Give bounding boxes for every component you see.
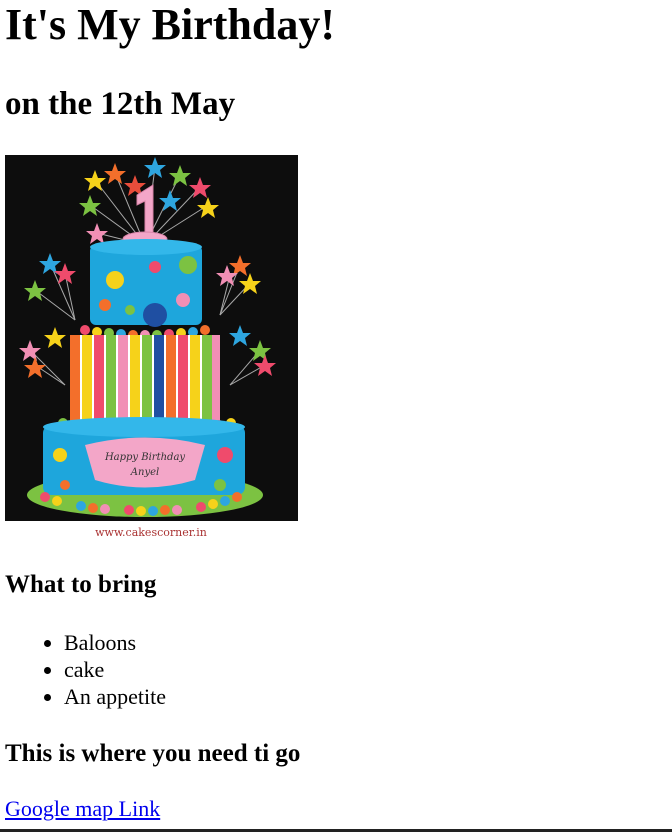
list-item: cake <box>64 656 166 683</box>
bring-heading: What to bring <box>5 571 157 598</box>
page-title: It's My Birthday! <box>5 0 335 49</box>
google-map-link[interactable]: Google map Link <box>5 798 160 820</box>
plaque-line2: Anyel <box>130 467 159 478</box>
directions-heading: This is where you need ti go <box>5 740 301 767</box>
page-subtitle: on the 12th May <box>5 86 236 122</box>
list-item: An appetite <box>64 683 166 710</box>
cake-image: Happy Birthday Anyel www.cakescorner.in <box>5 155 298 541</box>
bring-list: Baloons cake An appetite <box>5 629 166 710</box>
list-item: Baloons <box>64 629 166 656</box>
image-watermark: www.cakescorner.in <box>95 526 207 539</box>
plaque-line1: Happy Birthday <box>104 452 185 463</box>
